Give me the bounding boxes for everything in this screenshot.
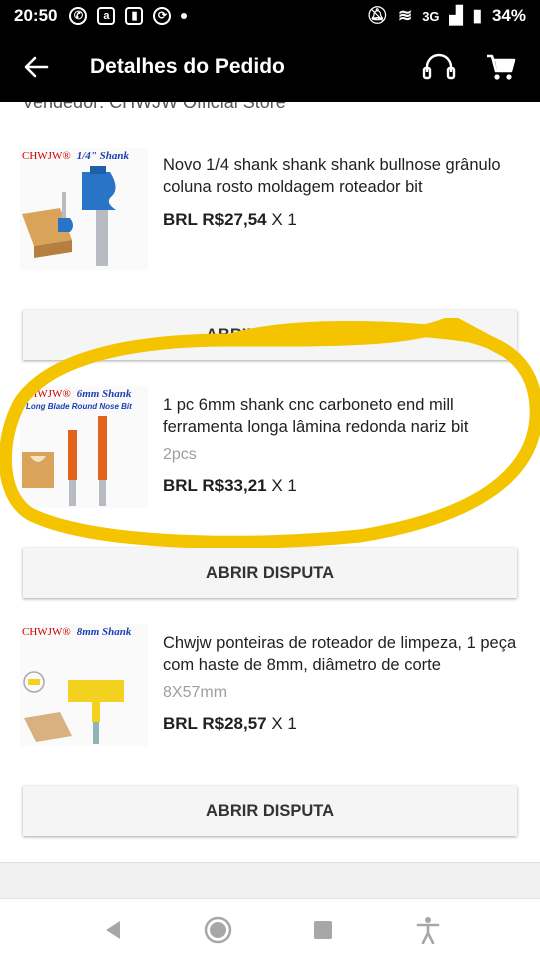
status-bar: 20:50 ✆ a ▮ ⟳ 🔕︎ ≋ 3G ▟ ▮ 34% <box>0 0 540 32</box>
support-button[interactable] <box>408 32 470 102</box>
system-nav-bar <box>0 898 540 960</box>
end-mill-image <box>22 416 107 506</box>
nav-recents-button[interactable] <box>303 910 343 950</box>
item-quantity: X 1 <box>271 714 297 733</box>
item-price: BRL R$27,54 <box>163 210 267 229</box>
arrow-left-icon <box>24 56 49 78</box>
item-price: BRL R$33,21 <box>163 476 267 495</box>
recents-square-icon <box>313 920 332 939</box>
status-right: 🔕︎ ≋ 3G ▟ ▮ 34% <box>366 6 526 26</box>
item-name[interactable]: Novo 1/4 shank shank shank bullnose grân… <box>163 154 523 198</box>
cart-button[interactable] <box>470 32 532 102</box>
item-info: 1 pc 6mm shank cnc carboneto end mill fe… <box>163 394 523 496</box>
item-quantity: X 1 <box>271 476 297 495</box>
nav-back-button[interactable] <box>93 910 133 950</box>
item-price-line: BRL R$28,57 X 1 <box>163 714 523 734</box>
amazon-icon: a <box>97 7 116 25</box>
item-info: Chwjw ponteiras de roteador de limpeza, … <box>163 632 523 734</box>
order-details-content[interactable]: Vendedor: CHWJW Official Store CHWJW® 1/4… <box>0 102 540 898</box>
open-dispute-button[interactable]: ABRIR DISPUTA <box>23 786 517 836</box>
item-price-line: BRL R$33,21 X 1 <box>163 476 523 496</box>
status-time: 20:50 <box>14 6 58 25</box>
notification-icons: ✆ a ▮ ⟳ <box>69 7 188 25</box>
section-divider <box>0 862 540 898</box>
product-thumbnail[interactable]: CHWJW® 6mm Shank Long Blade Round Nose Bi… <box>20 386 148 508</box>
item-quantity: X 1 <box>271 210 297 229</box>
cart-icon <box>487 54 516 80</box>
wifi-icon: ≋ <box>397 6 413 25</box>
item-variant: 2pcs <box>163 446 197 463</box>
item-price-line: BRL R$27,54 X 1 <box>163 210 523 230</box>
accessibility-icon <box>416 916 439 944</box>
item-name[interactable]: Chwjw ponteiras de roteador de limpeza, … <box>163 632 523 676</box>
network-type: 3G <box>422 8 440 24</box>
back-button[interactable] <box>0 32 72 102</box>
product-thumbnail[interactable]: CHWJW® 8mm Shank <box>20 624 148 746</box>
home-circle-icon <box>204 916 231 943</box>
signal-icon: ▟ <box>449 6 463 25</box>
seller-name[interactable]: Vendedor: CHWJW Official Store <box>22 102 286 113</box>
back-triangle-icon <box>105 920 120 939</box>
page-title: Detalhes do Pedido <box>90 55 285 78</box>
item-price: BRL R$28,57 <box>163 714 267 733</box>
whatsapp-icon: ✆ <box>69 7 88 25</box>
more-notifications-icon <box>181 13 188 19</box>
battery-icon: ▮ <box>472 6 482 25</box>
battery-level: 34% <box>491 6 526 25</box>
sync-icon: ⟳ <box>153 7 172 25</box>
open-dispute-button[interactable]: ABRIR DISPUTA <box>23 310 517 360</box>
router-bit-image <box>22 166 116 266</box>
surfacing-bit-image <box>23 671 124 744</box>
nav-home-button[interactable] <box>198 910 238 950</box>
product-thumbnail[interactable]: CHWJW® 1/4" Shank <box>20 148 148 270</box>
item-variant: 8X57mm <box>163 684 228 701</box>
headset-icon <box>422 53 456 80</box>
item-info: Novo 1/4 shank shank shank bullnose grân… <box>163 154 523 230</box>
open-dispute-button[interactable]: ABRIR DISPUTA <box>23 548 517 598</box>
mute-icon: 🔕︎ <box>366 6 388 25</box>
app-bar: Detalhes do Pedido <box>0 32 540 102</box>
accessibility-button[interactable] <box>408 910 448 950</box>
app-notification-icon: ▮ <box>125 7 144 25</box>
item-name[interactable]: 1 pc 6mm shank cnc carboneto end mill fe… <box>163 394 523 438</box>
